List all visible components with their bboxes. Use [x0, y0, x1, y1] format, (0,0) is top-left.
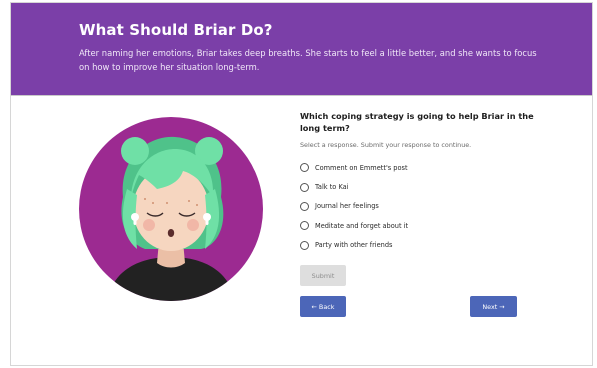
page-title: What Should Briar Do?	[79, 21, 273, 39]
header-banner: What Should Briar Do? After naming her e…	[11, 3, 592, 96]
next-button[interactable]: Next →	[470, 296, 517, 317]
radio-button[interactable]	[300, 182, 309, 192]
option-talk-to-kai[interactable]: Talk to Kai	[300, 177, 540, 196]
radio-button[interactable]	[300, 240, 309, 250]
option-party-with-friends[interactable]: Party with other friends	[300, 236, 540, 255]
option-label: Talk to Kai	[315, 183, 349, 192]
options-list: Comment on Emmett's post Talk to Kai Jou…	[300, 158, 540, 255]
submit-button[interactable]: Submit	[300, 265, 346, 286]
option-label: Journal her feelings	[315, 202, 379, 211]
radio-button[interactable]	[300, 221, 309, 231]
question-panel: Which coping strategy is going to help B…	[300, 110, 540, 255]
option-label: Party with other friends	[315, 241, 393, 250]
radio-button[interactable]	[300, 163, 309, 173]
option-journal-feelings[interactable]: Journal her feelings	[300, 197, 540, 216]
briar-character-illustration	[79, 117, 263, 301]
page-subtitle: After naming her emotions, Briar takes d…	[79, 48, 537, 72]
back-button[interactable]: ← Back	[300, 296, 346, 317]
radio-button[interactable]	[300, 201, 309, 211]
option-label: Meditate and forget about it	[315, 221, 409, 230]
instruction-text: Select a response. Submit your response …	[300, 141, 472, 149]
question-text: Which coping strategy is going to help B…	[300, 111, 534, 133]
option-label: Comment on Emmett's post	[315, 163, 408, 172]
option-meditate[interactable]: Meditate and forget about it	[300, 216, 540, 235]
option-comment-on-post[interactable]: Comment on Emmett's post	[300, 158, 540, 177]
